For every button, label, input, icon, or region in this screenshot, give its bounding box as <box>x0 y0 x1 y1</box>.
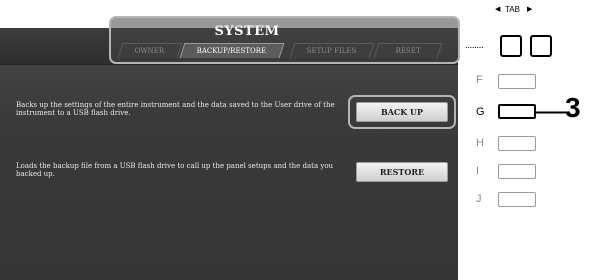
backup-description: Backs up the settings of the entire inst… <box>16 101 335 117</box>
tab-owner[interactable]: OWNER <box>117 43 183 58</box>
tab-setup-files-label: SETUP FILES <box>306 47 357 55</box>
side-label-g: G <box>476 106 485 118</box>
side-button-j[interactable] <box>498 192 536 207</box>
side-label-f: F <box>476 74 483 86</box>
tab-setup-files[interactable]: SETUP FILES <box>289 43 375 58</box>
side-label-h: H <box>476 137 484 149</box>
side-button-f[interactable] <box>498 74 536 89</box>
backup-button[interactable]: BACK UP <box>356 102 448 122</box>
tab-connector-dots: ........ <box>465 40 484 51</box>
step-callout-number: 3 <box>565 92 581 123</box>
side-label-i: I <box>476 165 480 177</box>
tab-control-label: TAB <box>505 5 520 14</box>
tab-backup-restore-label: BACKUP/RESTORE <box>196 47 267 55</box>
restore-button[interactable]: RESTORE <box>356 162 448 182</box>
tab-right-button[interactable] <box>530 35 552 57</box>
tab-right-arrow-icon: ▶ <box>527 5 533 13</box>
side-label-j: J <box>476 193 482 205</box>
side-button-h[interactable] <box>498 136 536 151</box>
side-button-i[interactable] <box>498 164 536 179</box>
tab-left-arrow-icon: ◀ <box>495 5 501 13</box>
page-title: SYSTEM <box>214 24 280 39</box>
lcd-screen <box>0 28 458 280</box>
tab-reset[interactable]: RESET <box>373 43 443 58</box>
tab-reset-label: RESET <box>395 47 421 55</box>
callout-leader-line <box>536 111 566 114</box>
restore-description: Loads the backup file from a USB flash d… <box>16 162 334 178</box>
tab-owner-label: OWNER <box>134 47 165 55</box>
tab-left-button[interactable] <box>500 35 522 57</box>
tab-backup-restore[interactable]: BACKUP/RESTORE <box>179 43 285 58</box>
side-button-g[interactable] <box>498 104 536 119</box>
